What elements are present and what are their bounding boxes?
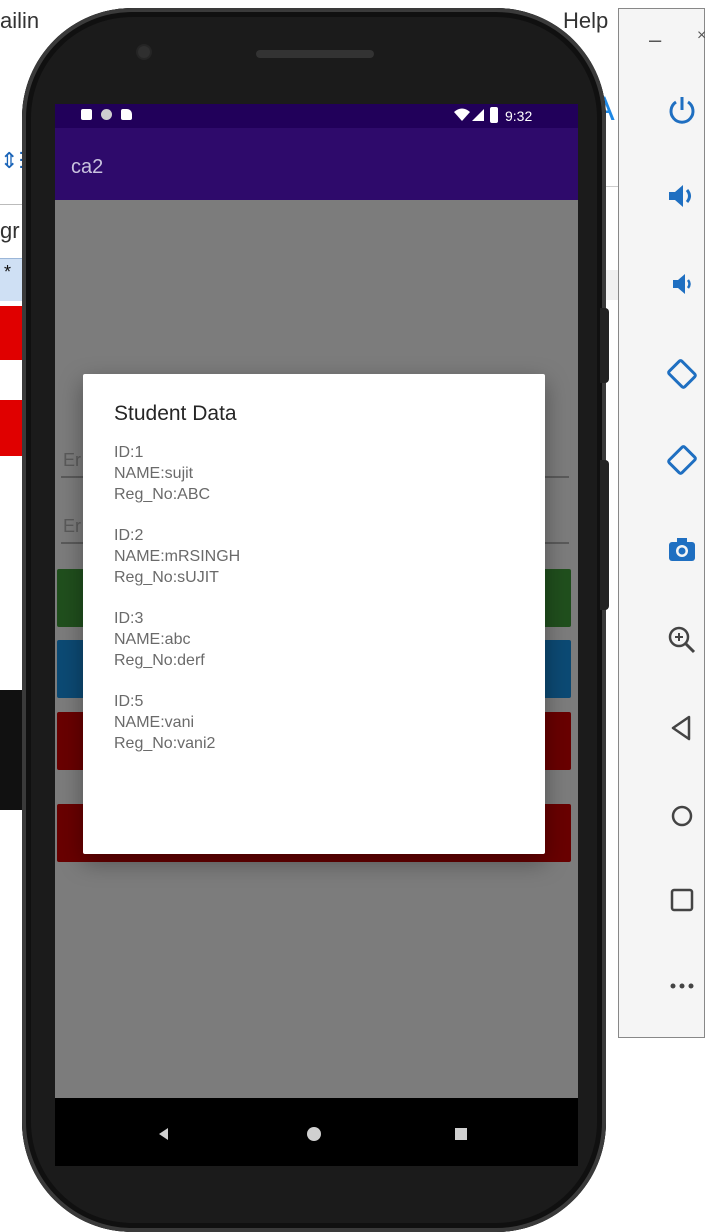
phone-screen: 9:32 ca2 Er Er Student Data ID:1 NAME:su… [55, 104, 578, 1166]
record-reg: Reg_No:ABC [114, 486, 211, 503]
background-star: * [4, 262, 12, 282]
overview-icon [670, 888, 694, 912]
record-reg: Reg_No:derf [114, 652, 205, 669]
wifi-icon [454, 108, 470, 121]
status-time: 9:32 [505, 108, 533, 124]
back-icon [671, 715, 691, 741]
signal-icon [472, 109, 484, 121]
nav-recents-icon[interactable] [455, 1128, 467, 1140]
power-icon [669, 97, 695, 124]
student-record: ID:2 NAME:mRSINGH Reg_No:sUJIT [114, 525, 514, 588]
input-hint: Er [63, 516, 81, 536]
record-name: NAME:abc [114, 631, 191, 648]
rotate-left-icon [667, 359, 697, 389]
more-button[interactable] [661, 965, 703, 1007]
notification-icon [101, 109, 112, 120]
rotate-right-button[interactable] [661, 439, 703, 481]
background-help-menu[interactable]: Help [563, 8, 608, 34]
record-id: ID:1 [114, 444, 144, 461]
home-icon [671, 805, 693, 827]
nav-home-icon[interactable] [307, 1127, 321, 1141]
student-record: ID:5 NAME:vani Reg_No:vani2 [114, 691, 514, 754]
record-id: ID:3 [114, 610, 144, 627]
app-title: ca2 [71, 156, 104, 178]
volume-up-button[interactable] [661, 175, 703, 217]
student-record: ID:1 NAME:sujit Reg_No:ABC [114, 442, 514, 505]
record-id: ID:5 [114, 693, 144, 710]
rotate-left-button[interactable] [661, 353, 703, 395]
dialog-body: ID:1 NAME:sujit Reg_No:ABC ID:2 NAME:mRS… [114, 442, 514, 774]
power-button[interactable] [661, 89, 703, 131]
record-name: NAME:vani [114, 714, 195, 731]
background-text: gr [0, 218, 20, 243]
phone-power-key [600, 308, 609, 383]
volume-up-icon [669, 185, 691, 207]
sd-card-icon [121, 109, 132, 120]
zoom-icon [668, 626, 696, 654]
back-button[interactable] [661, 707, 703, 749]
input-hint: Er [63, 450, 81, 470]
screenshot-button[interactable] [661, 529, 703, 571]
student-data-dialog: Student Data ID:1 NAME:sujit Reg_No:ABC … [83, 374, 545, 854]
nav-back-icon[interactable] [159, 1128, 168, 1140]
camera-icon [669, 538, 695, 561]
record-reg: Reg_No:sUJIT [114, 569, 219, 586]
dialog-title: Student Data [114, 402, 237, 425]
record-id: ID:2 [114, 527, 144, 544]
navigation-bar [55, 1098, 578, 1166]
battery-icon [490, 107, 498, 123]
volume-down-icon [673, 274, 691, 294]
status-bar: 9:32 [55, 104, 578, 128]
record-name: NAME:sujit [114, 465, 194, 482]
student-record: ID:3 NAME:abc Reg_No:derf [114, 608, 514, 671]
phone-volume-key [600, 460, 609, 610]
minimize-button[interactable]: – [649, 27, 661, 53]
app-bar: ca2 [55, 128, 578, 200]
record-name: NAME:mRSINGH [114, 548, 241, 565]
rotate-right-icon [667, 445, 697, 475]
earpiece-speaker [256, 50, 374, 58]
home-button[interactable] [661, 795, 703, 837]
more-icon [670, 983, 694, 989]
overview-button[interactable] [661, 879, 703, 921]
notification-icon [81, 109, 92, 120]
close-button[interactable]: × [697, 27, 705, 45]
zoom-button[interactable] [661, 619, 703, 661]
background-menu-text: ailin [0, 8, 40, 33]
record-reg: Reg_No:vani2 [114, 735, 216, 752]
volume-down-button[interactable] [661, 263, 703, 305]
front-camera [138, 46, 150, 58]
emulator-toolbar: – × [618, 8, 705, 1038]
